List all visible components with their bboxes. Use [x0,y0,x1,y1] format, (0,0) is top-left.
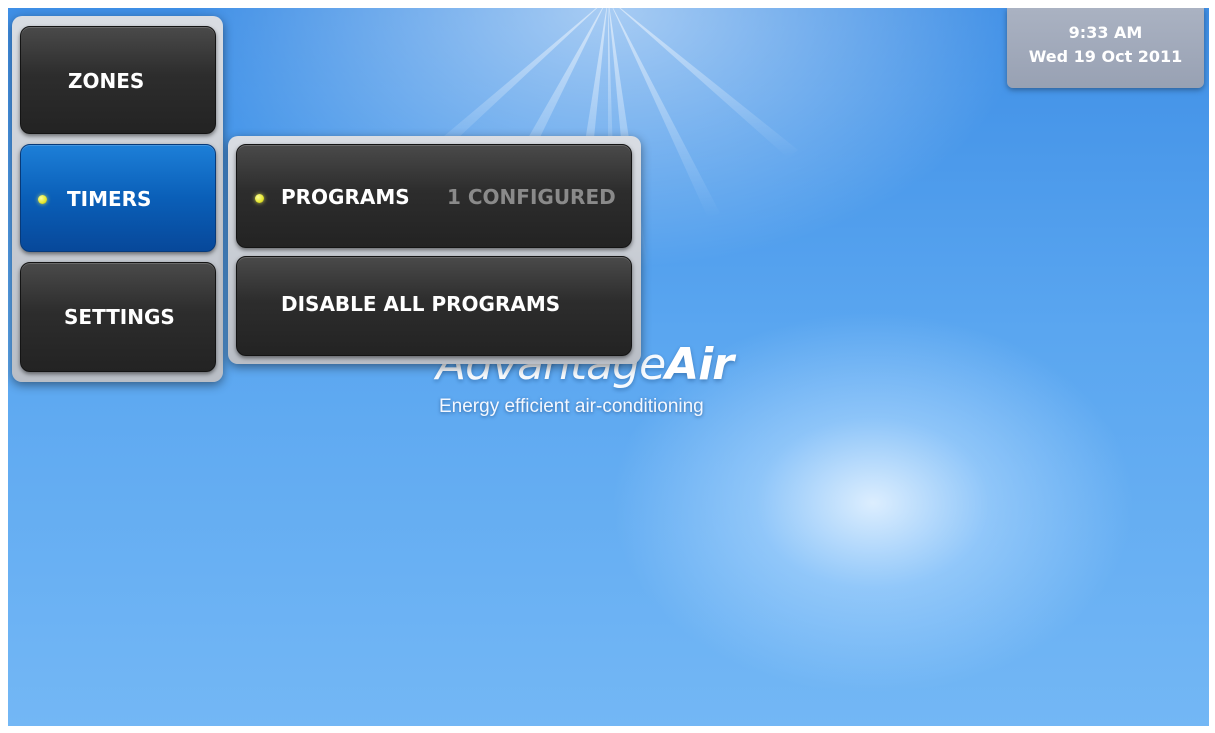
main-menu-panel: ZONES TIMERS SETTINGS [12,16,223,382]
clock-date: Wed 19 Oct 2011 [1028,47,1183,66]
disable-all-programs-label: DISABLE ALL PROGRAMS [281,292,561,316]
timers-button[interactable]: TIMERS [20,144,216,252]
indicator-dot-icon [255,194,264,203]
indicator-dot-icon [38,195,47,204]
settings-button-label: SETTINGS [64,305,175,329]
programs-button-label: PROGRAMS [281,185,410,209]
timers-button-label: TIMERS [67,187,152,211]
brand-tagline: Energy efficient air-conditioning [439,396,704,417]
clock-time: 9:33 AM [1068,23,1143,42]
programs-button[interactable]: PROGRAMS 1 CONFIGURED [236,144,632,248]
touchscreen-display: AdvantageAir Energy efficient air-condit… [8,8,1209,726]
zones-button[interactable]: ZONES [20,26,216,134]
settings-button[interactable]: SETTINGS [20,262,216,372]
programs-status: 1 CONFIGURED [447,185,616,209]
brand-name-bold: Air [665,339,734,390]
clock-display: 9:33 AM Wed 19 Oct 2011 [1007,8,1204,88]
timers-submenu-panel: PROGRAMS 1 CONFIGURED DISABLE ALL PROGRA… [228,136,641,364]
zones-button-label: ZONES [68,69,145,93]
disable-all-programs-button[interactable]: DISABLE ALL PROGRAMS [236,256,632,356]
